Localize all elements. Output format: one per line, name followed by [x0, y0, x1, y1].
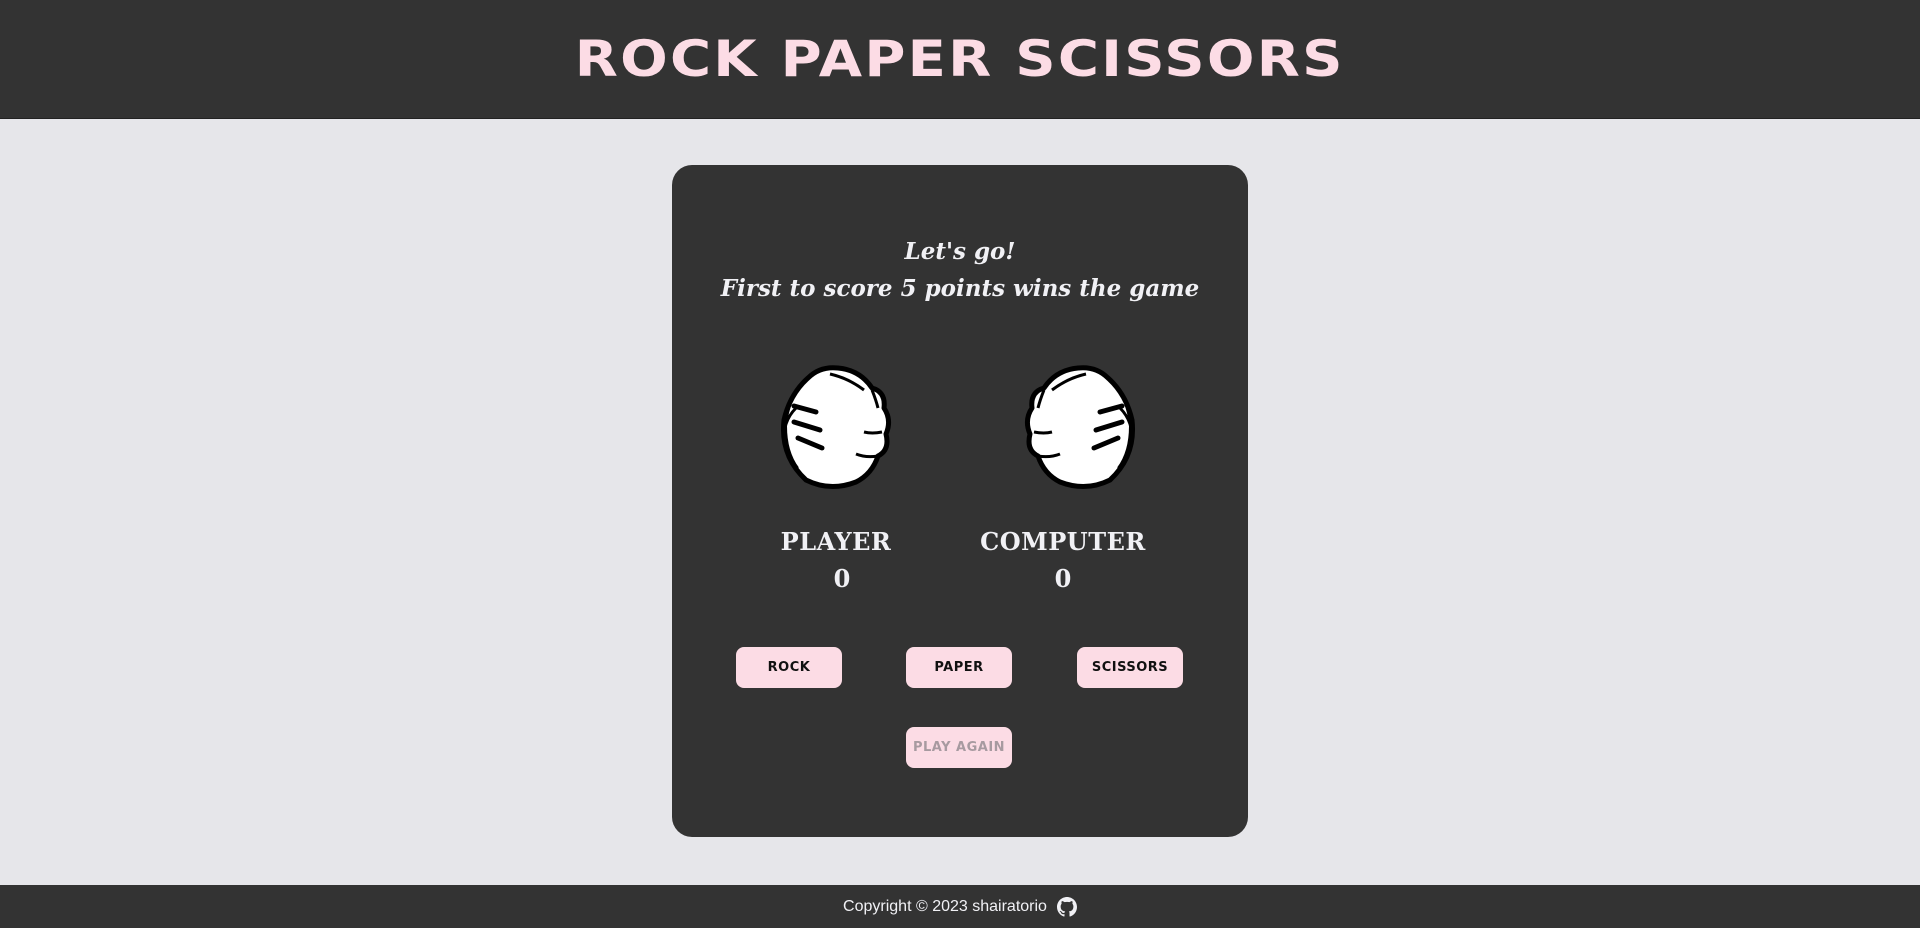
paper-button[interactable]: PAPER: [906, 647, 1012, 688]
scissors-button[interactable]: SCISSORS: [1077, 647, 1183, 688]
computer-score: 0: [1054, 564, 1072, 593]
rock-button[interactable]: ROCK: [736, 647, 842, 688]
page-title: ROCK PAPER SCISSORS: [575, 30, 1345, 88]
player-hand-icon: [768, 360, 894, 492]
game-message: Let's go!: [904, 238, 1016, 265]
computer-label: COMPUTER: [980, 527, 1146, 556]
github-icon[interactable]: [1056, 896, 1077, 917]
game-rules: First to score 5 points wins the game: [720, 275, 1200, 302]
game-card: Let's go! First to score 5 points wins t…: [672, 165, 1248, 837]
page-footer: Copyright © 2023 shairatorio: [0, 885, 1920, 928]
play-again-button[interactable]: PLAY AGAIN: [906, 727, 1012, 768]
computer-hand-icon: [1022, 360, 1148, 492]
player-score: 0: [833, 564, 851, 593]
page-header: ROCK PAPER SCISSORS: [0, 0, 1920, 119]
copyright-text: Copyright © 2023 shairatorio: [843, 897, 1047, 915]
player-label: PLAYER: [780, 527, 892, 556]
